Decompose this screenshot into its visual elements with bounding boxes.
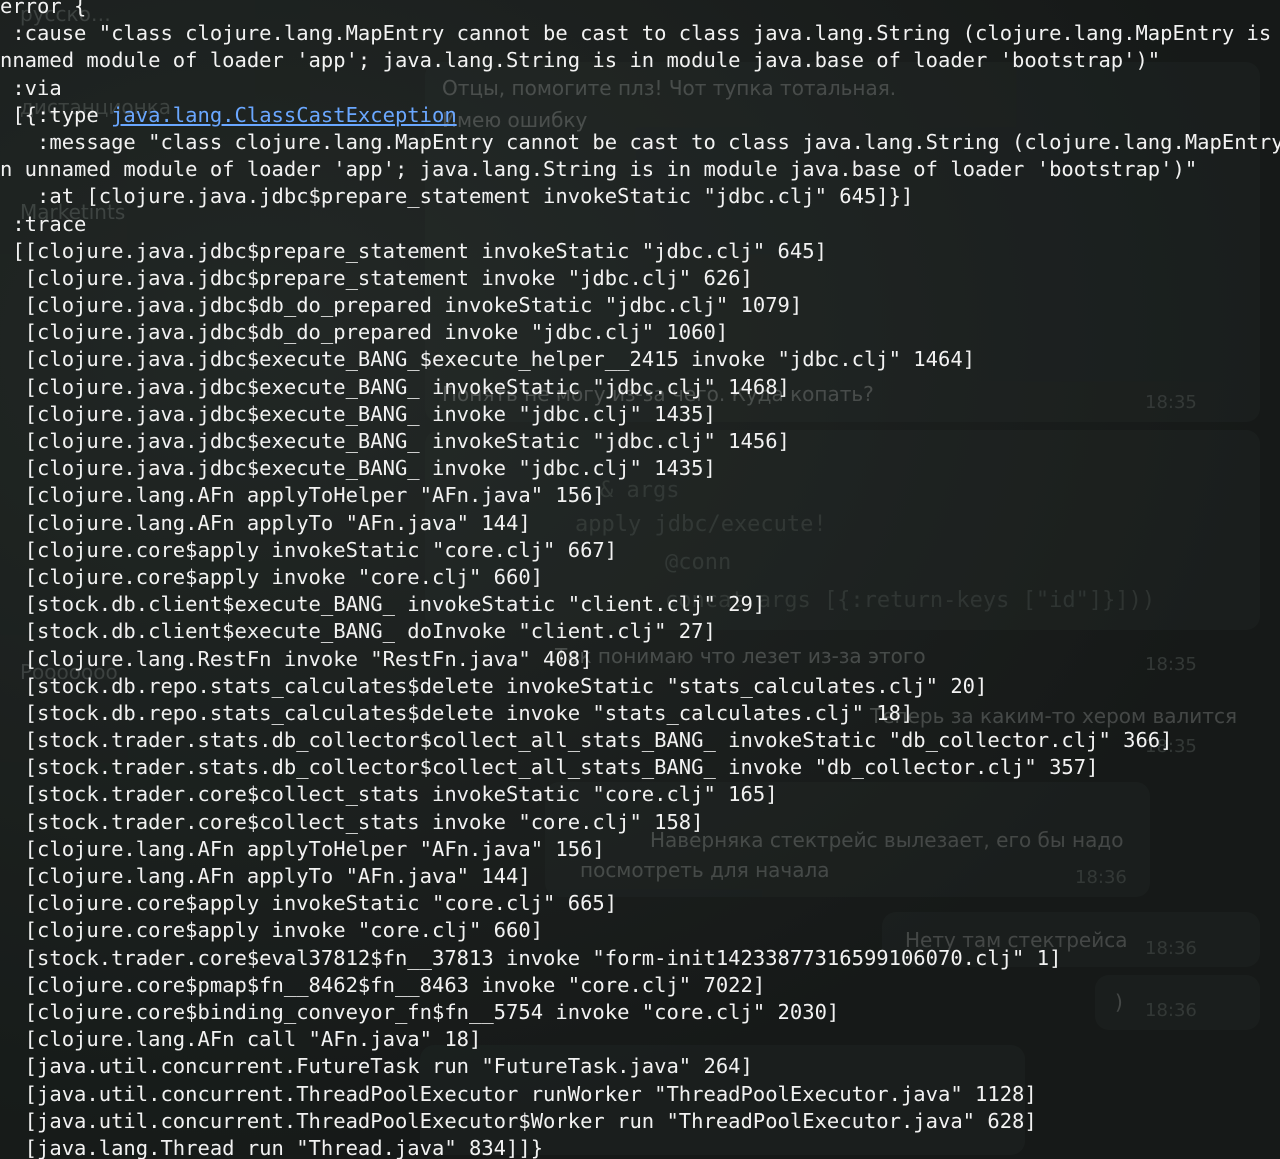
stacktrace-line: :via bbox=[0, 75, 1280, 102]
stacktrace-line-text: nnamed module of loader 'app'; java.lang… bbox=[0, 48, 1161, 73]
stacktrace-line-text: [clojure.core$apply invokeStatic "core.c… bbox=[0, 891, 618, 916]
stacktrace-line: [clojure.lang.AFn applyTo "AFn.java" 144… bbox=[0, 863, 1280, 890]
stacktrace-line: [clojure.core$apply invokeStatic "core.c… bbox=[0, 537, 1280, 564]
stacktrace-line-text: n unnamed module of loader 'app'; java.l… bbox=[0, 157, 1198, 182]
stacktrace-line: [clojure.java.jdbc$execute_BANG_ invokeS… bbox=[0, 374, 1280, 401]
stacktrace-line-text: [clojure.core$pmap$fn__8462$fn__8463 inv… bbox=[0, 972, 766, 997]
stacktrace-line-text: [stock.db.client$execute_BANG_ invokeSta… bbox=[0, 592, 766, 617]
stacktrace-line: [clojure.lang.RestFn invoke "RestFn.java… bbox=[0, 646, 1280, 673]
stacktrace-line: [clojure.core$apply invoke "core.clj" 66… bbox=[0, 917, 1280, 944]
stacktrace-line: [clojure.java.jdbc$execute_BANG_ invoke … bbox=[0, 401, 1280, 428]
stacktrace-line-text: [clojure.java.jdbc$execute_BANG_ invokeS… bbox=[0, 374, 790, 399]
stacktrace-line: [stock.db.repo.stats_calculates$delete i… bbox=[0, 700, 1280, 727]
stacktrace-line-text: [java.util.concurrent.ThreadPoolExecutor… bbox=[0, 1108, 1037, 1133]
stacktrace-line: [clojure.java.jdbc$db_do_prepared invoke… bbox=[0, 292, 1280, 319]
stacktrace-line: [clojure.lang.AFn applyTo "AFn.java" 144… bbox=[0, 510, 1280, 537]
stacktrace-line-text: :via bbox=[0, 75, 62, 100]
stacktrace-line-text: [stock.db.repo.stats_calculates$delete i… bbox=[0, 700, 914, 725]
stacktrace-line: [stock.trader.core$collect_stats invokeS… bbox=[0, 781, 1280, 808]
stacktrace-line-text: [clojure.core$apply invokeStatic "core.c… bbox=[0, 537, 618, 562]
stacktrace-line-text: [stock.trader.core$collect_stats invokeS… bbox=[0, 782, 778, 807]
stacktrace-line-text: [stock.trader.core$eval37812$fn__37813 i… bbox=[0, 945, 1062, 970]
stacktrace-line: [clojure.lang.AFn applyToHelper "AFn.jav… bbox=[0, 836, 1280, 863]
stacktrace-line-text: [clojure.lang.AFn call "AFn.java" 18] bbox=[0, 1027, 482, 1052]
screenshot-stage: русско… дистанционка Marketints Рооооооо… bbox=[0, 0, 1280, 1159]
stacktrace-line: [stock.db.client$execute_BANG_ doInvoke … bbox=[0, 618, 1280, 645]
stacktrace-line-text: :cause "class clojure.lang.MapEntry cann… bbox=[0, 21, 1280, 46]
stacktrace-line: nnamed module of loader 'app'; java.lang… bbox=[0, 47, 1280, 74]
stacktrace-line-text: [clojure.java.jdbc$execute_BANG_$execute… bbox=[0, 347, 976, 372]
stacktrace-line-text: [clojure.java.jdbc$execute_BANG_ invoke … bbox=[0, 401, 716, 426]
stacktrace-line: error { bbox=[0, 0, 1280, 20]
stacktrace-line-text: [java.lang.Thread run "Thread.java" 834]… bbox=[0, 1135, 544, 1159]
stacktrace-line: [java.lang.Thread run "Thread.java" 834]… bbox=[0, 1135, 1280, 1159]
stacktrace-line-text: [clojure.lang.AFn applyTo "AFn.java" 144… bbox=[0, 510, 531, 535]
stacktrace-line: [clojure.core$apply invokeStatic "core.c… bbox=[0, 890, 1280, 917]
stacktrace-line: [stock.trader.stats.db_collector$collect… bbox=[0, 754, 1280, 781]
stacktrace-line: :message "class clojure.lang.MapEntry ca… bbox=[0, 129, 1280, 156]
stacktrace-line: [{:type java.lang.ClassCastException bbox=[0, 102, 1280, 129]
stacktrace-line: [stock.trader.core$eval37812$fn__37813 i… bbox=[0, 945, 1280, 972]
stacktrace-line-text: [clojure.java.jdbc$db_do_prepared invoke… bbox=[0, 320, 729, 345]
stacktrace-line-text: [clojure.java.jdbc$execute_BANG_ invoke … bbox=[0, 456, 716, 481]
stacktrace-line-text: :trace bbox=[0, 211, 87, 236]
stacktrace-line: [stock.trader.stats.db_collector$collect… bbox=[0, 727, 1280, 754]
exception-type-link[interactable]: java.lang.ClassCastException bbox=[111, 103, 457, 127]
stacktrace-line: [clojure.core$binding_conveyor_fn$fn__57… bbox=[0, 999, 1280, 1026]
stacktrace-line-text: [[clojure.java.jdbc$prepare_statement in… bbox=[0, 238, 827, 263]
stacktrace-line-text: [stock.db.client$execute_BANG_ doInvoke … bbox=[0, 619, 716, 644]
stacktrace-line: [java.util.concurrent.ThreadPoolExecutor… bbox=[0, 1081, 1280, 1108]
stacktrace-line-text: [stock.db.repo.stats_calculates$delete i… bbox=[0, 673, 988, 698]
stacktrace-line-text: [clojure.lang.AFn applyTo "AFn.java" 144… bbox=[0, 864, 531, 888]
stacktrace-line-text: :message "class clojure.lang.MapEntry ca… bbox=[0, 129, 1280, 154]
stacktrace-line-text: [java.util.concurrent.ThreadPoolExecutor… bbox=[0, 1081, 1037, 1106]
stacktrace-line: :trace bbox=[0, 211, 1280, 238]
stacktrace-line-text: [clojure.core$apply invoke "core.clj" 66… bbox=[0, 918, 544, 943]
stacktrace-line-text: [clojure.core$apply invoke "core.clj" 66… bbox=[0, 564, 544, 589]
stacktrace-line: [stock.db.repo.stats_calculates$delete i… bbox=[0, 673, 1280, 700]
stacktrace-line: [clojure.java.jdbc$execute_BANG_$execute… bbox=[0, 346, 1280, 373]
stacktrace-line-text: [clojure.java.jdbc$db_do_prepared invoke… bbox=[0, 293, 803, 318]
stacktrace-line: [clojure.core$apply invoke "core.clj" 66… bbox=[0, 564, 1280, 591]
stacktrace-line: :at [clojure.java.jdbc$prepare_statement… bbox=[0, 183, 1280, 210]
stacktrace-line-text: [java.util.concurrent.FutureTask run "Fu… bbox=[0, 1054, 753, 1079]
stacktrace-line: [clojure.java.jdbc$execute_BANG_ invoke … bbox=[0, 455, 1280, 482]
stacktrace-line-text: [clojure.java.jdbc$execute_BANG_ invokeS… bbox=[0, 429, 790, 453]
stacktrace-line: [java.util.concurrent.ThreadPoolExecutor… bbox=[0, 1108, 1280, 1135]
stacktrace-line-text: [clojure.lang.AFn applyToHelper "AFn.jav… bbox=[0, 836, 605, 861]
stacktrace-line: n unnamed module of loader 'app'; java.l… bbox=[0, 156, 1280, 183]
stacktrace-block: error { :cause "class clojure.lang.MapEn… bbox=[0, 0, 1280, 1159]
stacktrace-line-text: [clojure.core$binding_conveyor_fn$fn__57… bbox=[0, 999, 840, 1024]
stacktrace-line-text: [stock.trader.stats.db_collector$collect… bbox=[0, 728, 1173, 753]
stacktrace-line: [clojure.core$pmap$fn__8462$fn__8463 inv… bbox=[0, 972, 1280, 999]
stacktrace-line-text: :at [clojure.java.jdbc$prepare_statement… bbox=[0, 184, 914, 209]
stacktrace-line-text: [clojure.java.jdbc$prepare_statement inv… bbox=[0, 265, 753, 290]
stacktrace-line: [clojure.lang.AFn applyToHelper "AFn.jav… bbox=[0, 482, 1280, 509]
stacktrace-line-text: [stock.trader.stats.db_collector$collect… bbox=[0, 755, 1099, 780]
stacktrace-line: [clojure.lang.AFn call "AFn.java" 18] bbox=[0, 1026, 1280, 1053]
stacktrace-line: [clojure.java.jdbc$db_do_prepared invoke… bbox=[0, 319, 1280, 346]
stacktrace-line-text: [clojure.lang.RestFn invoke "RestFn.java… bbox=[0, 646, 593, 671]
stacktrace-line: [stock.db.client$execute_BANG_ invokeSta… bbox=[0, 591, 1280, 618]
stacktrace-line: :cause "class clojure.lang.MapEntry cann… bbox=[0, 20, 1280, 47]
stacktrace-line-text: [clojure.lang.AFn applyToHelper "AFn.jav… bbox=[0, 483, 605, 508]
stacktrace-line: [stock.trader.core$collect_stats invoke … bbox=[0, 809, 1280, 836]
stacktrace-line: [clojure.java.jdbc$prepare_statement inv… bbox=[0, 265, 1280, 292]
stacktrace-line-text: error { bbox=[0, 0, 87, 18]
stacktrace-line: [java.util.concurrent.FutureTask run "Fu… bbox=[0, 1053, 1280, 1080]
stacktrace-line-text: [{:type bbox=[0, 102, 112, 127]
stacktrace-line: [[clojure.java.jdbc$prepare_statement in… bbox=[0, 238, 1280, 265]
stacktrace-line: [clojure.java.jdbc$execute_BANG_ invokeS… bbox=[0, 428, 1280, 455]
stacktrace-line-text: [stock.trader.core$collect_stats invoke … bbox=[0, 809, 704, 834]
